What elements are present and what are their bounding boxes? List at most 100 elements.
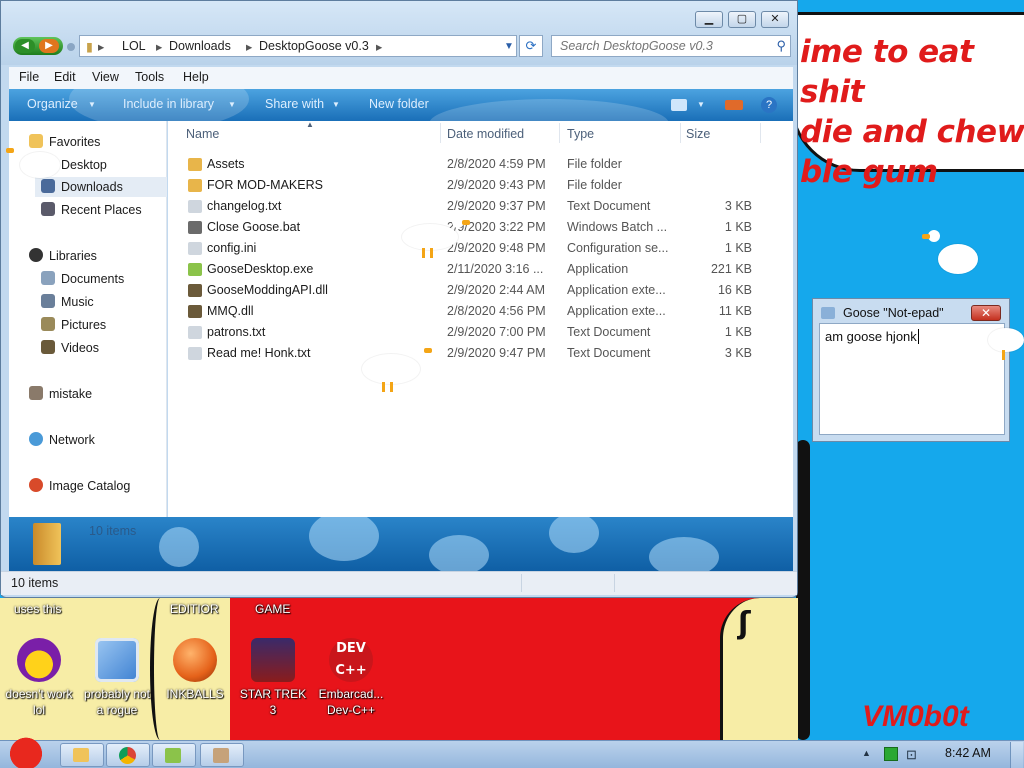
nav-buttons: ◀ ▶ xyxy=(13,37,63,55)
file-type: Application exte... xyxy=(567,283,666,297)
refresh-button[interactable]: ⟳ xyxy=(519,35,543,57)
taskbar-button-explorer[interactable] xyxy=(60,743,104,767)
nav-libraries[interactable]: Libraries xyxy=(29,246,97,266)
breadcrumb-arrow-icon: ▸ xyxy=(376,40,383,54)
nav-network[interactable]: Network xyxy=(29,430,95,450)
file-row[interactable]: Assets 2/8/2020 4:59 PM File folder xyxy=(186,154,766,175)
start-button[interactable] xyxy=(4,735,48,768)
nav-music[interactable]: Music xyxy=(41,292,94,312)
file-date: 2/8/2020 4:59 PM xyxy=(447,157,546,171)
desktop-icon-star-trek[interactable]: STAR TREK 3 xyxy=(238,638,308,718)
share-with-button[interactable]: Share with xyxy=(265,97,324,111)
file-row[interactable]: MMQ.dll 2/8/2020 4:56 PM Application exte.… xyxy=(186,301,766,322)
notepad-text-area[interactable]: am goose hjonk xyxy=(819,323,1005,435)
column-separator[interactable] xyxy=(760,123,761,143)
file-row[interactable]: config.ini 2/9/2020 9:48 PM Configuration … xyxy=(186,238,766,259)
desktop-icon-inkballs[interactable]: INKBALLS xyxy=(160,638,230,702)
column-name[interactable]: Name xyxy=(186,127,219,141)
taskbar-button-notepad[interactable] xyxy=(200,743,244,767)
search-input[interactable] xyxy=(552,36,762,56)
text-cursor xyxy=(917,329,919,344)
file-size: 221 KB xyxy=(710,262,752,276)
help-icon[interactable]: ? xyxy=(761,97,777,113)
menu-view[interactable]: View xyxy=(92,70,119,84)
file-row[interactable]: patrons.txt 2/9/2020 7:00 PM Text Document… xyxy=(186,322,766,343)
file-size: 3 KB xyxy=(724,346,752,360)
recent-pages-dropdown[interactable] xyxy=(67,43,75,51)
nav-videos[interactable]: Videos xyxy=(41,338,99,358)
file-row[interactable]: changelog.txt 2/9/2020 9:37 PM Text Docume… xyxy=(186,196,766,217)
file-name: patrons.txt xyxy=(207,325,266,339)
preview-pane-icon[interactable] xyxy=(725,100,743,110)
show-desktop-button[interactable] xyxy=(1010,742,1023,768)
column-separator[interactable] xyxy=(440,123,441,143)
menu-edit[interactable]: Edit xyxy=(54,70,76,84)
organize-button[interactable]: Organize xyxy=(27,97,78,111)
column-separator[interactable] xyxy=(680,123,681,143)
forward-button[interactable]: ▶ xyxy=(39,39,59,53)
search-box[interactable]: ⚲ xyxy=(551,35,791,57)
desktop-icon-yahoo[interactable]: doesn't work lol xyxy=(4,638,74,718)
battery-icon[interactable] xyxy=(884,747,898,761)
nav-label: Documents xyxy=(61,272,125,286)
desktop-icon-label: INKBALLS xyxy=(166,687,224,701)
goose-app-icon xyxy=(165,748,181,763)
nav-pictures[interactable]: Pictures xyxy=(41,315,106,335)
goose-app-icon xyxy=(188,263,202,276)
column-type[interactable]: Type xyxy=(567,127,594,141)
desktop-icon-devcpp[interactable]: DEV C++ Embarcad... Dev-C++ xyxy=(316,638,386,718)
nav-recent-places[interactable]: Recent Places xyxy=(41,200,142,220)
file-type: File folder xyxy=(567,157,622,171)
column-separator[interactable] xyxy=(559,123,560,143)
image-catalog-icon xyxy=(29,478,43,492)
show-hidden-icons-button[interactable]: ▲ xyxy=(862,748,871,758)
taskbar-button-chrome[interactable] xyxy=(106,743,150,767)
include-in-library-button[interactable]: Include in library xyxy=(123,97,214,111)
wallpaper-curve xyxy=(796,440,810,740)
view-options-icon[interactable] xyxy=(671,99,687,111)
search-icon[interactable]: ⚲ xyxy=(776,38,786,54)
nav-label: Videos xyxy=(61,341,99,355)
text-file-icon xyxy=(188,200,202,213)
file-row[interactable]: GooseModdingAPI.dll 2/9/2020 2:44 AM Appli… xyxy=(186,280,766,301)
network-tray-icon[interactable]: ⊡ xyxy=(906,747,917,763)
column-size[interactable]: Size xyxy=(686,127,710,141)
status-item-count: 10 items xyxy=(11,576,59,590)
breadcrumb-desktopgoose[interactable]: DesktopGoose v0.3 xyxy=(259,39,369,53)
nav-documents[interactable]: Documents xyxy=(41,269,124,289)
address-dropdown-icon[interactable]: ▼ xyxy=(504,41,514,52)
file-type: File folder xyxy=(567,178,622,192)
file-type: Configuration se... xyxy=(567,241,669,255)
nav-mistake[interactable]: mistake xyxy=(29,384,92,404)
file-name: Assets xyxy=(207,157,245,171)
file-name: Read me! Honk.txt xyxy=(207,346,311,360)
file-row[interactable]: GooseDesktop.exe 2/11/2020 3:16 ... Applic… xyxy=(186,259,766,280)
file-name: GooseModdingAPI.dll xyxy=(207,283,328,297)
address-bar[interactable]: ▮ ▸ LOL ▸ Downloads ▸ DesktopGoose v0.3 … xyxy=(79,35,517,57)
menu-file[interactable]: File xyxy=(19,70,39,84)
notepad-close-button[interactable]: ✕ xyxy=(971,305,1001,321)
dll-icon xyxy=(188,305,202,318)
nav-image-catalog[interactable]: Image Catalog xyxy=(29,476,130,496)
close-button[interactable]: ✕ xyxy=(761,11,789,28)
breadcrumb-downloads[interactable]: Downloads xyxy=(169,39,231,53)
clock[interactable]: 8:42 AM xyxy=(945,746,991,760)
file-name: config.ini xyxy=(207,241,257,255)
desktop-icon-rogue[interactable]: probably not a rogue xyxy=(82,638,152,718)
menu-help[interactable]: Help xyxy=(183,70,209,84)
new-folder-button[interactable]: New folder xyxy=(369,97,429,111)
file-name: GooseDesktop.exe xyxy=(207,262,314,276)
minimize-button[interactable]: ▁ xyxy=(695,11,723,28)
column-date-modified[interactable]: Date modified xyxy=(447,127,524,141)
taskbar-button-goose[interactable] xyxy=(152,743,196,767)
back-button[interactable]: ◀ xyxy=(15,39,35,53)
file-row[interactable]: Read me! Honk.txt 2/9/2020 9:47 PM Text Do… xyxy=(186,343,766,364)
chevron-down-icon[interactable]: ▼ xyxy=(697,100,705,109)
maximize-button[interactable]: ▢ xyxy=(728,11,756,28)
breadcrumb-lol[interactable]: LOL xyxy=(122,39,146,53)
file-row[interactable]: FOR MOD-MAKERS 2/9/2020 9:43 PM File folde… xyxy=(186,175,766,196)
devcpp-icon: DEV C++ xyxy=(329,638,373,682)
menu-tools[interactable]: Tools xyxy=(135,70,164,84)
file-row[interactable]: Close Goose.bat 2/9/2020 3:22 PM Windows B… xyxy=(186,217,766,238)
chevron-down-icon: ▼ xyxy=(332,100,340,109)
